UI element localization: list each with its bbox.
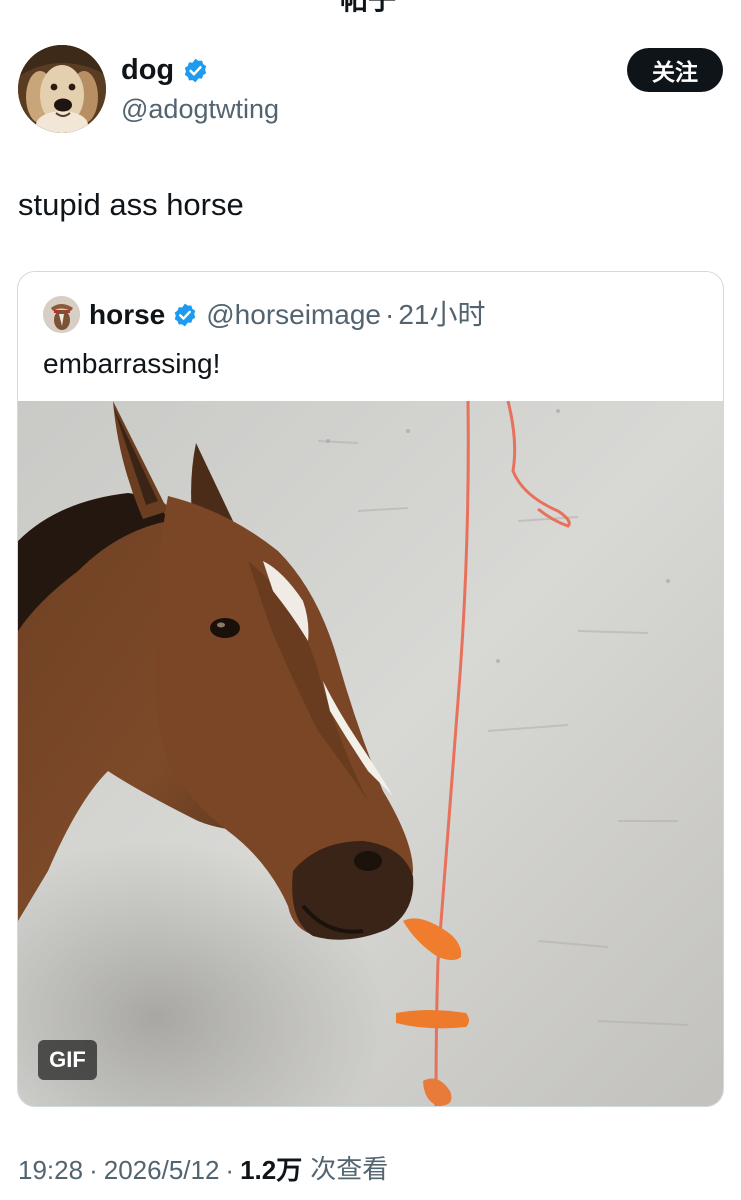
tweet-date[interactable]: 2026/5/12 xyxy=(104,1153,220,1187)
verified-badge-icon xyxy=(172,302,198,328)
author-handle[interactable]: @adogtwting xyxy=(121,93,279,125)
horse-gif-image xyxy=(18,401,723,1106)
quoted-tweet-header: horse @horseimage · 21小时 xyxy=(43,296,485,333)
follow-button[interactable]: 关注 xyxy=(627,48,723,92)
quoted-author-handle[interactable]: @horseimage xyxy=(206,299,381,331)
tweet-detail-page: 帖子 dog xyxy=(0,0,741,1200)
gif-badge: GIF xyxy=(38,1040,97,1080)
verified-badge-icon xyxy=(182,57,209,84)
avatar[interactable] xyxy=(18,45,106,133)
separator-dot: · xyxy=(225,1155,235,1185)
quoted-avatar[interactable] xyxy=(43,296,80,333)
quoted-tweet-time[interactable]: 21小时 xyxy=(398,299,485,331)
top-bar: 帖子 xyxy=(0,0,741,15)
tweet-author: dog @adogtwting 关注 xyxy=(18,45,723,135)
gif-media[interactable]: GIF xyxy=(18,401,723,1106)
separator-dot: · xyxy=(384,298,395,330)
views-label: 次查看 xyxy=(310,1155,389,1185)
quoted-tweet-text: embarrassing! xyxy=(43,348,221,379)
tweet-meta: 19:28 · 2026/5/12 · 1.2万 次查看 xyxy=(18,1153,388,1187)
tweet-time[interactable]: 19:28 xyxy=(18,1153,83,1187)
separator-dot: · xyxy=(89,1155,98,1185)
quoted-author-name[interactable]: horse xyxy=(89,299,165,331)
page-title: 帖子 xyxy=(340,0,396,18)
tweet-text: stupid ass horse xyxy=(18,187,244,222)
author-name-row[interactable]: dog xyxy=(121,53,209,87)
author-name[interactable]: dog xyxy=(121,53,174,87)
quoted-tweet[interactable]: horse @horseimage · 21小时 embarrassing! G… xyxy=(17,271,724,1107)
views-count: 1.2万 xyxy=(240,1155,303,1185)
